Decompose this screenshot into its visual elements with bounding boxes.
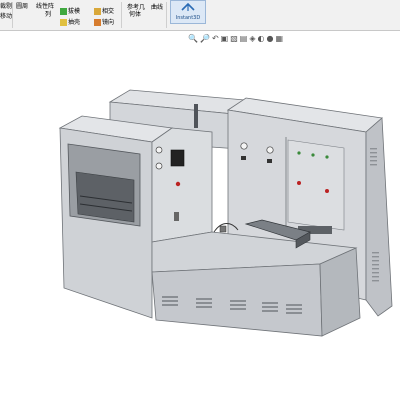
mirror-icon <box>94 19 101 26</box>
signal-tower-icon <box>194 104 198 128</box>
gauge-icon <box>155 162 163 170</box>
reference-geometry-label-line2: 何体 <box>129 11 142 18</box>
apply-scene-icon[interactable]: ● <box>266 34 273 43</box>
base-side <box>319 247 361 337</box>
ribbon-separator <box>12 2 13 28</box>
previous-view-icon[interactable]: ↶ <box>212 34 219 43</box>
fixture-clamp <box>219 225 227 233</box>
indicator-light-icon <box>311 153 315 157</box>
intersect-icon <box>94 8 101 15</box>
heads-up-view-toolbar: 🔍 🔎 ↶ ▣ ▧ ▤ ◈ ◐ ● ▦ <box>188 34 285 44</box>
zoom-to-fit-icon[interactable]: 🔍 <box>188 34 198 43</box>
move-entities-button[interactable]: 移动 <box>0 13 12 20</box>
indicator-light-icon <box>325 155 329 159</box>
meter-icon <box>267 159 272 163</box>
curves-button[interactable]: 曲线 <box>151 4 163 11</box>
3d-model-viewport[interactable] <box>0 45 400 400</box>
emergency-stop-icon <box>175 181 181 187</box>
center-column <box>151 127 213 243</box>
controller-display <box>170 149 185 167</box>
command-manager-ribbon: 裁剔 移动 圆周 线性阵 列 拔模 抽壳 相交 镜向 参考几 何体 曲线 Ins… <box>0 0 400 31</box>
view-settings-icon[interactable]: ▦ <box>275 34 283 43</box>
draft-icon <box>60 8 67 15</box>
intersect-button[interactable]: 相交 <box>94 8 114 15</box>
trim-entities-button[interactable]: 裁剔 <box>0 3 12 10</box>
pressure-gauge-icon <box>240 142 248 150</box>
ribbon-separator <box>166 2 167 28</box>
pressure-gauge-icon <box>266 146 274 154</box>
hide-show-icon[interactable]: ◈ <box>249 34 255 43</box>
right-cabinet-side <box>365 117 393 317</box>
linear-pattern-button[interactable]: 线性阵 <box>36 3 54 10</box>
instant3d-icon <box>181 2 195 11</box>
mirror-button[interactable]: 镜向 <box>94 19 114 26</box>
display-style-icon[interactable]: ▤ <box>240 34 248 43</box>
switch-knob-icon <box>297 181 301 185</box>
control-door <box>287 139 345 231</box>
shell-icon <box>60 19 67 26</box>
view-orientation-icon[interactable]: ▧ <box>230 34 238 43</box>
zoom-area-icon[interactable]: 🔎 <box>200 34 210 43</box>
gauge-icon <box>155 146 163 154</box>
section-view-icon[interactable]: ▣ <box>221 34 229 43</box>
instant3d-button[interactable]: Instant3D <box>170 0 206 24</box>
valve-icon <box>174 212 179 221</box>
meter-icon <box>241 156 246 160</box>
reference-geometry-button[interactable]: 参考几 <box>127 4 145 11</box>
linear-pattern-label-line2: 列 <box>45 11 52 18</box>
shell-button[interactable]: 抽壳 <box>60 19 80 26</box>
edit-appearance-icon[interactable]: ◐ <box>257 34 264 43</box>
circle-button[interactable]: 圆周 <box>16 3 28 10</box>
draft-button[interactable]: 拔模 <box>60 8 80 15</box>
switch-knob-icon <box>325 189 329 193</box>
indicator-light-icon <box>297 151 301 155</box>
ribbon-separator <box>121 2 122 28</box>
